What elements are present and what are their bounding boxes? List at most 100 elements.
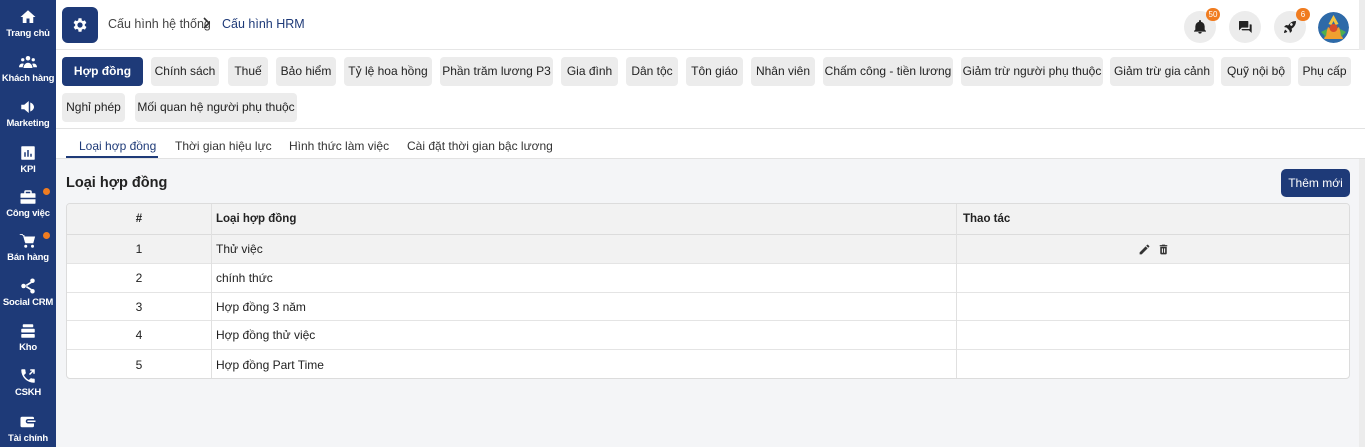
rocket-icon (1284, 21, 1296, 33)
sidebar-item-label: Công việc (6, 208, 50, 219)
pill-ty-le-hoa-hong[interactable]: Tỷ lệ hoa hồng (344, 57, 432, 86)
sidebar-item-label: Marketing (6, 118, 50, 129)
column-divider (211, 204, 212, 378)
share-icon (21, 278, 35, 294)
sidebar-item-sales[interactable]: Bán hàng (0, 232, 56, 263)
sub-tabs: Loại hợp đồng Thời gian hiệu lực Hình th… (56, 129, 1365, 159)
sidebar-item-home[interactable]: Trang chủ (0, 8, 56, 39)
warehouse-icon (21, 324, 35, 338)
tab-thoi-gian-hieu-luc[interactable]: Thời gian hiệu lực (175, 139, 272, 153)
pill-nghi-phep[interactable]: Nghỉ phép (62, 93, 125, 122)
section-title: Loại hợp đồng (66, 175, 168, 191)
pill-dan-toc[interactable]: Dân tộc (626, 57, 678, 86)
sidebar-item-label: Khách hàng (1, 73, 55, 84)
config-category-bar: Hợp đồng Chính sách Thuế Bảo hiểm Tỷ lệ … (56, 50, 1365, 129)
row-index: 1 (135, 242, 143, 256)
contract-type-table: # Loại hợp đồng Thao tác 1 Thử việc 2 ch… (66, 203, 1350, 379)
pill-phu-cap[interactable]: Phụ cấp (1298, 57, 1351, 86)
sidebar-item-finance[interactable]: Tài chính (0, 413, 56, 444)
pill-nhan-vien[interactable]: Nhân viên (751, 57, 815, 86)
tab-cai-dat-thoi-gian-bac-luong[interactable]: Cài đặt thời gian bậc lương (407, 139, 553, 153)
breadcrumb-current: Cấu hình HRM (222, 17, 305, 31)
row-actions (1138, 243, 1170, 256)
wallet-icon (20, 416, 36, 428)
row-index: 3 (135, 299, 143, 314)
pill-giam-tru-gia-canh[interactable]: Giảm trừ gia cảnh (1110, 57, 1214, 86)
column-header-actions: Thao tác (963, 213, 1011, 225)
pill-moi-quan-he-nguoi-phu-thuoc[interactable]: Mối quan hệ người phụ thuộc (135, 93, 297, 122)
chart-icon (21, 146, 35, 160)
sidebar-item-label: KPI (20, 164, 36, 175)
row-index: 2 (135, 271, 143, 285)
pill-cham-cong-tien-luong[interactable]: Chấm công - tiền lương (823, 57, 953, 86)
gear-icon (73, 18, 87, 32)
sidebar-item-label: CSKH (14, 387, 42, 398)
table-header-row: # Loại hợp đồng Thao tác (67, 204, 1349, 235)
rocket-badge: 6 (1296, 8, 1310, 21)
tab-hinh-thuc-lam-viec[interactable]: Hình thức làm việc (289, 139, 389, 153)
sidebar-item-label: Social CRM (2, 297, 54, 308)
sidebar-item-kpi[interactable]: KPI (0, 144, 56, 175)
row-name: Hợp đồng Part Time (216, 358, 324, 372)
row-name: Hợp đồng 3 năm (216, 299, 306, 314)
table-row[interactable]: 2 chính thức (67, 264, 1349, 293)
row-name: chính thức (216, 271, 273, 285)
home-icon (20, 10, 36, 23)
briefcase-icon (20, 190, 36, 204)
table-row[interactable]: 3 Hợp đồng 3 năm (67, 293, 1349, 321)
row-name: Thử việc (216, 242, 263, 256)
megaphone-icon (21, 101, 34, 113)
sidebar-item-label: Kho (19, 342, 37, 353)
avatar-image (1318, 12, 1349, 43)
table-row[interactable]: 1 Thử việc (67, 235, 1349, 264)
pill-chinh-sach[interactable]: Chính sách (151, 57, 219, 86)
pill-phan-tram-luong-p3[interactable]: Phần trăm lương P3 (440, 57, 553, 86)
chat-button[interactable] (1229, 11, 1261, 43)
add-new-button[interactable]: Thêm mới (1281, 169, 1350, 197)
pill-quy-noi-bo[interactable]: Quỹ nội bộ (1221, 57, 1291, 86)
customers-icon (19, 56, 37, 68)
sidebar-item-label: Trang chủ (6, 28, 50, 39)
row-index: 5 (135, 358, 143, 372)
chevron-right-icon (203, 17, 211, 29)
pill-bao-hiem[interactable]: Bảo hiểm (276, 57, 336, 86)
phone-icon (21, 369, 35, 383)
pill-giam-tru-nguoi-phu-thuoc[interactable]: Giảm trừ người phụ thuộc (961, 57, 1103, 86)
row-name: Hợp đồng thử việc (216, 328, 316, 342)
sidebar-item-tasks[interactable]: Công việc (0, 188, 56, 219)
column-header-name: Loại hợp đồng (216, 213, 297, 225)
top-header: Cấu hình hệ thống Cấu hình HRM 50 6 (56, 0, 1365, 50)
sidebar-item-marketing[interactable]: Marketing (0, 98, 56, 129)
sidebar-item-customers[interactable]: Khách hàng (0, 53, 56, 84)
column-header-index: # (135, 213, 143, 225)
sidebar-item-label: Bán hàng (7, 252, 49, 263)
sidebar-item-social-crm[interactable]: Social CRM (0, 277, 56, 308)
row-index: 4 (135, 328, 143, 342)
cart-icon (19, 234, 36, 248)
breadcrumb-root[interactable]: Cấu hình hệ thống (108, 17, 211, 31)
avatar[interactable] (1318, 12, 1349, 43)
sidebar-item-label: Tài chính (8, 433, 48, 444)
pill-ton-giao[interactable]: Tôn giáo (686, 57, 743, 86)
active-tab-indicator (66, 156, 158, 158)
settings-button[interactable] (62, 7, 98, 43)
column-divider (956, 204, 957, 378)
notification-badge: 50 (1206, 8, 1220, 21)
pill-hop-dong[interactable]: Hợp đồng (62, 57, 143, 86)
bell-icon (1194, 20, 1206, 34)
notification-dot (43, 188, 50, 195)
edit-icon[interactable] (1138, 243, 1151, 256)
sidebar-item-cskh[interactable]: CSKH (0, 367, 56, 398)
delete-icon[interactable] (1157, 243, 1170, 256)
notification-dot (43, 232, 50, 239)
chat-icon (1239, 21, 1252, 33)
table-row[interactable]: 5 Hợp đồng Part Time (67, 350, 1349, 378)
table-row[interactable]: 4 Hợp đồng thử việc (67, 321, 1349, 350)
pill-thue[interactable]: Thuế (228, 57, 268, 86)
sidebar-item-warehouse[interactable]: Kho (0, 322, 56, 353)
tab-loai-hop-dong[interactable]: Loại hợp đồng (79, 139, 156, 153)
notifications-button[interactable]: 50 (1184, 8, 1220, 43)
rocket-button[interactable]: 6 (1274, 8, 1310, 43)
pill-gia-dinh[interactable]: Gia đình (561, 57, 618, 86)
sidebar: Trang chủ Khách hàng Marketing KPI Công … (0, 0, 56, 447)
